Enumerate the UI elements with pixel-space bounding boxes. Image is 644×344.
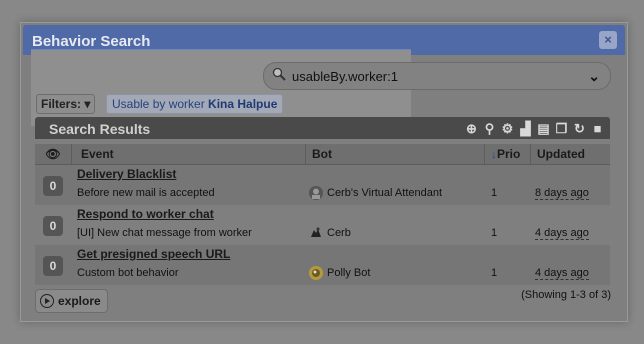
row-bot[interactable]: Cerb's Virtual Attendant [309,186,442,200]
filter-chip[interactable]: Usable by worker Kina Halpue [106,94,284,114]
behavior-search-dialog: Behavior Search × usableBy.worker:1 ⌄ Fi… [20,22,628,322]
behavior-name-link[interactable]: Delivery Blacklist [77,167,176,181]
row-event: Before new mail is accepted [77,187,215,199]
behavior-name-link[interactable]: Get presigned speech URL [77,247,230,261]
results-title: Search Results [49,121,151,137]
add-icon[interactable]: ⊕ [465,122,478,135]
play-icon [40,294,54,308]
table-header: 👁 Event Bot ↓Prio Updated [35,144,610,165]
search-input[interactable]: usableBy.worker:1 ⌄ [263,62,611,90]
table-row[interactable]: 0 Respond to worker chat [UI] New chat m… [35,205,610,245]
explore-label: explore [58,294,101,308]
row-updated[interactable]: 4 days ago [535,227,589,240]
select-all-icon[interactable]: ■ [591,122,604,135]
dialog-title: Behavior Search [32,33,151,50]
cerb-avatar-icon [311,227,321,237]
column-watch[interactable]: 👁 [35,144,72,164]
column-event[interactable]: Event [71,144,306,164]
gear-icon[interactable]: ⚙ [501,122,514,135]
refresh-icon[interactable]: ↻ [573,122,586,135]
column-priority[interactable]: ↓Prio [485,144,531,164]
column-priority-label: Prio [497,147,521,161]
close-button[interactable]: × [599,31,617,49]
search-query: usableBy.worker:1 [292,69,398,84]
row-updated[interactable]: 4 days ago [535,267,589,280]
row-event: [UI] New chat message from worker [77,227,252,239]
export-icon[interactable]: ▤ [537,122,550,135]
chart-icon[interactable]: ▟ [519,122,532,135]
results-toolbar: ⊕ ⚲ ⚙ ▟ ▤ ❐ ↻ ■ [465,120,604,136]
row-bot-name: Polly Bot [327,267,371,279]
column-updated[interactable]: Updated [531,144,610,164]
row-bot-name: Cerb's Virtual Attendant [327,187,443,199]
row-count-badge[interactable]: 0 [43,256,63,276]
results-header: Search Results ⊕ ⚲ ⚙ ▟ ▤ ❐ ↻ ■ [35,117,610,139]
copy-icon[interactable]: ❐ [555,122,568,135]
filter-chip-value: Kina Halpue [208,97,278,111]
row-priority: 1 [491,267,498,279]
polly-avatar-icon [309,266,323,280]
row-bot[interactable]: Cerb [309,226,351,240]
row-bot-name: Cerb [327,227,351,239]
filters-button[interactable]: Filters: ▾ [36,94,96,114]
search-icon[interactable]: ⚲ [483,122,496,135]
row-priority: 1 [491,227,498,239]
behavior-name-link[interactable]: Respond to worker chat [77,207,214,221]
row-updated[interactable]: 8 days ago [535,187,589,200]
pagination-summary: (Showing 1-3 of 3) [521,289,611,301]
row-bot[interactable]: Polly Bot [309,266,370,280]
column-bot[interactable]: Bot [306,144,485,164]
row-event: Custom bot behavior [77,267,179,279]
row-priority: 1 [491,187,498,199]
row-count-badge[interactable]: 0 [43,216,63,236]
magnifier-icon [272,67,286,81]
filter-chip-prefix: Usable by worker [112,97,209,111]
table-row[interactable]: 0 Get presigned speech URL Custom bot be… [35,245,610,285]
attendant-avatar-icon [309,186,323,200]
explore-button[interactable]: explore [35,289,108,313]
table-row[interactable]: 0 Delivery Blacklist Before new mail is … [35,165,610,205]
row-count-badge[interactable]: 0 [43,176,63,196]
eye-icon: 👁 [45,147,61,161]
chevron-down-icon[interactable]: ⌄ [588,68,600,85]
